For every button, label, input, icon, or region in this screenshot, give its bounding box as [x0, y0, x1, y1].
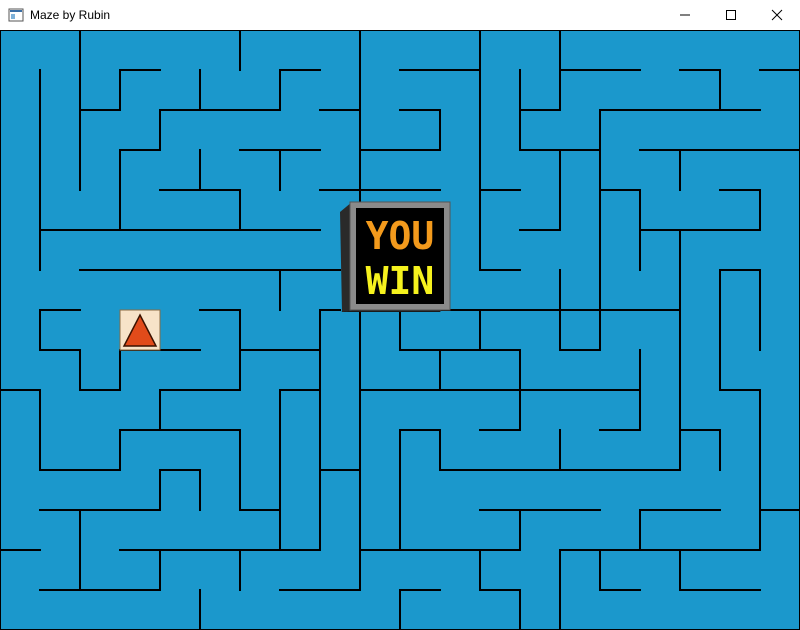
window-controls — [662, 0, 800, 30]
close-button[interactable] — [754, 0, 800, 30]
player-marker — [119, 309, 161, 351]
maze-app-icon — [8, 7, 24, 23]
you-win-overlay: YOU WIN — [340, 201, 451, 312]
maze-canvas: YOU WIN — [0, 30, 800, 630]
window-title: Maze by Rubin — [30, 8, 111, 22]
maximize-icon — [726, 10, 736, 20]
close-icon — [771, 9, 783, 21]
minimize-button[interactable] — [662, 0, 708, 30]
maze-board[interactable]: YOU WIN — [0, 30, 800, 630]
win-text: WIN — [366, 259, 435, 303]
minimize-icon — [680, 14, 690, 16]
maximize-button[interactable] — [708, 0, 754, 30]
title-bar[interactable]: Maze by Rubin — [0, 0, 800, 30]
you-text: YOU — [366, 214, 435, 258]
app-window: Maze by Rubin YOU WIN — [0, 0, 800, 630]
